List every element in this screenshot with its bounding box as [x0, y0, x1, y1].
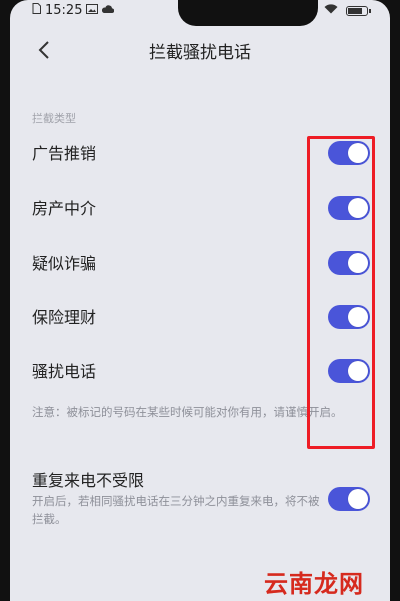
row-label: 广告推销: [32, 144, 97, 163]
camera-notch: [178, 0, 318, 26]
row-repeat-call: 重复来电不受限 开启后，若相同骚扰电话在三分钟之内重复来电，将不被拦截。: [10, 467, 390, 537]
cloud-icon: [102, 3, 115, 18]
wifi-icon: [324, 3, 338, 18]
battery-icon: [346, 5, 371, 16]
repeat-call-toggle[interactable]: [328, 487, 370, 511]
status-time: 15:25: [45, 3, 83, 18]
row-label: 骚扰电话: [32, 362, 97, 381]
page-title: 拦截骚扰电话: [149, 43, 251, 63]
header: 拦截骚扰电话: [10, 30, 390, 70]
sim-icon: [32, 3, 41, 18]
repeat-call-label: 重复来电不受限: [32, 471, 145, 490]
watermark-logo: 云南龙网: [264, 570, 364, 598]
section-label: 拦截类型: [32, 112, 76, 125]
phone-screen: 15:25 拦截骚扰电话 拦截类型 广告推销 房产中介 疑似诈骗 保险理财 骚扰…: [10, 0, 390, 601]
highlight-box: [307, 136, 375, 449]
row-label: 房产中介: [32, 199, 97, 218]
image-icon: [86, 3, 99, 18]
row-label: 保险理财: [32, 308, 97, 327]
row-label: 疑似诈骗: [32, 254, 97, 273]
repeat-call-description: 开启后，若相同骚扰电话在三分钟之内重复来电，将不被拦截。: [32, 494, 320, 526]
